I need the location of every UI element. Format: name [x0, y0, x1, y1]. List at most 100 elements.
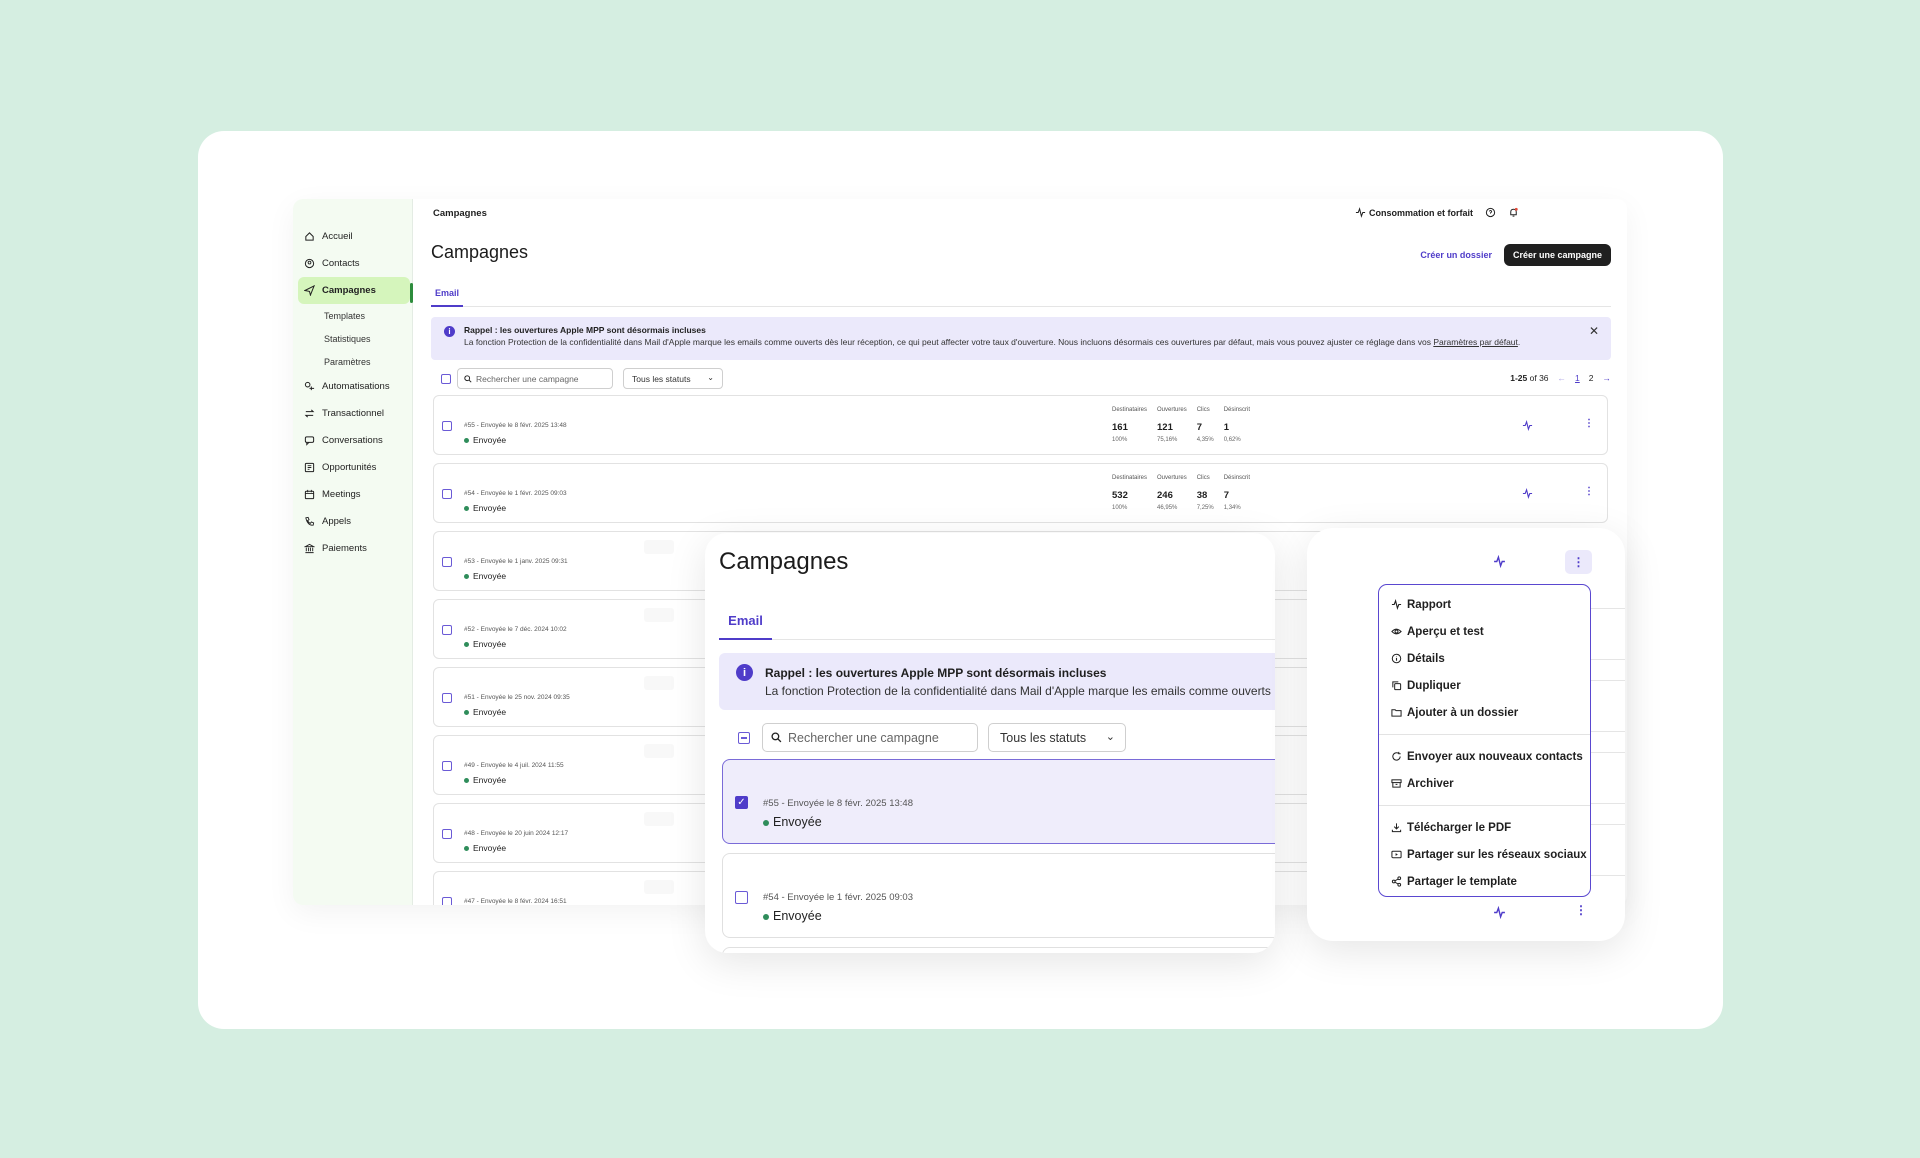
campaign-row[interactable]: [722, 947, 1275, 953]
page-1-link[interactable]: 1: [1575, 373, 1580, 383]
notification-bell-icon[interactable]: [1508, 207, 1519, 218]
sidebar-item-label: Accueil: [322, 231, 353, 242]
sidebar-subitem-templates[interactable]: Templates: [298, 304, 410, 327]
placeholder-block: [644, 608, 674, 622]
row-checkbox-checked[interactable]: ✓: [735, 796, 748, 809]
menu-item-envoyer-nouveaux[interactable]: Envoyer aux nouveaux contacts: [1379, 743, 1590, 770]
sidebar-item-accueil[interactable]: Accueil: [298, 223, 410, 250]
menu-item-label: Ajouter à un dossier: [1407, 706, 1519, 719]
campaign-stats: Destinataires 161 100% Ouvertures 121 75,16%…: [1112, 407, 1260, 443]
zoom-tab-bar: Email: [719, 603, 1275, 640]
sidebar-item-automatisations[interactable]: Automatisations: [298, 373, 410, 400]
calendar-icon: [304, 489, 315, 500]
report-icon[interactable]: [1493, 906, 1506, 919]
deals-icon: [304, 462, 315, 473]
sidebar-subitem-statistiques[interactable]: Statistiques: [298, 327, 410, 350]
create-campaign-button[interactable]: Créer une campagne: [1503, 244, 1611, 266]
campaign-stats: Destinataires 532 100% Ouvertures 246 46,95%…: [1112, 475, 1260, 511]
menu-item-partager-template[interactable]: Partager le template: [1379, 868, 1590, 895]
menu-item-partager-reseaux[interactable]: Partager sur les réseaux sociaux: [1379, 841, 1590, 868]
close-icon[interactable]: ✕: [1589, 324, 1599, 338]
menu-item-ajouter-dossier[interactable]: Ajouter à un dossier: [1379, 699, 1590, 726]
row-checkbox[interactable]: [442, 489, 452, 499]
status-dot: [464, 778, 469, 784]
list-toolbar: Rechercher une campagne Tous les statuts…: [431, 368, 1611, 390]
tab-bar: Email: [431, 281, 1611, 307]
sidebar-item-conversations[interactable]: Conversations: [298, 427, 410, 454]
usage-link[interactable]: Consommation et forfait: [1355, 207, 1473, 218]
status-filter-select[interactable]: Tous les statuts ⌄: [623, 368, 723, 389]
report-icon[interactable]: [1522, 488, 1533, 499]
menu-item-rapport[interactable]: Rapport: [1379, 591, 1590, 618]
more-options-button[interactable]: ⋮: [1565, 550, 1592, 574]
campaign-row[interactable]: #55 - Envoyée le 8 févr. 2025 13:48 Envo…: [433, 395, 1608, 455]
default-settings-link[interactable]: Paramètres par défaut: [1433, 337, 1518, 347]
prev-page-icon[interactable]: ←: [1558, 373, 1567, 383]
share-screen-icon: [1391, 850, 1402, 859]
sidebar-item-campagnes[interactable]: Campagnes: [298, 277, 410, 304]
menu-item-details[interactable]: Détails: [1379, 645, 1590, 672]
menu-item-dupliquer[interactable]: Dupliquer: [1379, 672, 1590, 699]
next-page-icon[interactable]: →: [1603, 373, 1612, 383]
campaign-status: Envoyée: [464, 571, 506, 581]
report-icon[interactable]: [1522, 420, 1533, 431]
stat-clicks: Clics 38 7,25%: [1197, 475, 1214, 511]
search-input[interactable]: Rechercher une campagne: [457, 368, 613, 389]
status-dot: [464, 506, 469, 512]
menu-item-archiver[interactable]: Archiver: [1379, 770, 1590, 797]
select-all-checkbox[interactable]: [738, 732, 750, 744]
tab-email[interactable]: Email: [431, 281, 463, 307]
row-checkbox[interactable]: [442, 625, 452, 635]
search-input[interactable]: Rechercher une campagne: [762, 723, 978, 752]
sidebar-item-meetings[interactable]: Meetings: [298, 481, 410, 508]
row-checkbox[interactable]: [442, 761, 452, 771]
help-icon[interactable]: [1485, 207, 1496, 218]
tab-email[interactable]: Email: [719, 603, 772, 640]
select-all-checkbox[interactable]: [441, 374, 451, 384]
sidebar-item-contacts[interactable]: Contacts: [298, 250, 410, 277]
row-checkbox[interactable]: [442, 829, 452, 839]
context-menu: Rapport Aperçu et test Détails Dupliquer…: [1378, 584, 1591, 897]
info-icon: [1391, 653, 1402, 664]
sidebar-item-appels[interactable]: Appels: [298, 508, 410, 535]
bank-icon: [304, 543, 315, 554]
more-options-icon[interactable]: ⋮: [1575, 903, 1587, 917]
sidebar-item-label: Transactionnel: [322, 408, 384, 419]
campaign-status: Envoyée: [464, 639, 506, 649]
stat-percent: 0,62%: [1223, 437, 1241, 443]
row-checkbox[interactable]: [442, 897, 452, 905]
row-checkbox[interactable]: [442, 557, 452, 567]
menu-item-apercu[interactable]: Aperçu et test: [1379, 618, 1590, 645]
page-2-link[interactable]: 2: [1589, 373, 1594, 383]
menu-item-label: Archiver: [1407, 777, 1454, 790]
sidebar-item-transactionnel[interactable]: Transactionnel: [298, 400, 410, 427]
row-checkbox[interactable]: [735, 891, 748, 904]
sidebar-item-label: Meetings: [322, 489, 361, 500]
status-label: Envoyée: [773, 815, 822, 829]
sidebar-subitem-parametres[interactable]: Paramètres: [298, 350, 410, 373]
eye-icon: [1391, 628, 1402, 635]
campaign-row[interactable]: #54 - Envoyée le 1 févr. 2025 09:03 Envo…: [722, 853, 1275, 938]
sidebar-item-label: Paiements: [322, 543, 367, 554]
row-checkbox[interactable]: [442, 693, 452, 703]
status-dot: [763, 819, 769, 826]
zoom-card: Campagnes Email i Rappel : les ouverture…: [705, 533, 1275, 953]
banner-body: La fonction Protection de la confidentia…: [464, 337, 1434, 347]
more-options-icon[interactable]: ⋮: [1584, 486, 1594, 497]
stat-clicks: Clics 7 4,35%: [1197, 407, 1214, 443]
row-checkbox[interactable]: [442, 421, 452, 431]
sidebar: Accueil Contacts Campagnes Templates Sta…: [293, 199, 413, 905]
campaign-status: Envoyée: [763, 815, 822, 829]
campaign-row[interactable]: #54 - Envoyée le 1 févr. 2025 09:03 Envo…: [433, 463, 1608, 523]
menu-item-telecharger-pdf[interactable]: Télécharger le PDF: [1379, 814, 1590, 841]
report-icon[interactable]: [1493, 555, 1506, 568]
status-filter-select[interactable]: Tous les statuts ⌄: [988, 723, 1126, 752]
sidebar-item-opportunites[interactable]: Opportunités: [298, 454, 410, 481]
stat-value: 246: [1157, 490, 1173, 501]
campaign-meta: #54 - Envoyée le 1 févr. 2025 09:03: [464, 490, 567, 497]
campaign-row-selected[interactable]: ✓ #55 - Envoyée le 8 févr. 2025 13:48 En…: [722, 759, 1275, 844]
sidebar-item-paiements[interactable]: Paiements: [298, 535, 410, 562]
more-options-icon[interactable]: ⋮: [1584, 418, 1594, 429]
placeholder-block: [644, 880, 674, 894]
create-folder-button[interactable]: Créer un dossier: [1420, 250, 1492, 260]
